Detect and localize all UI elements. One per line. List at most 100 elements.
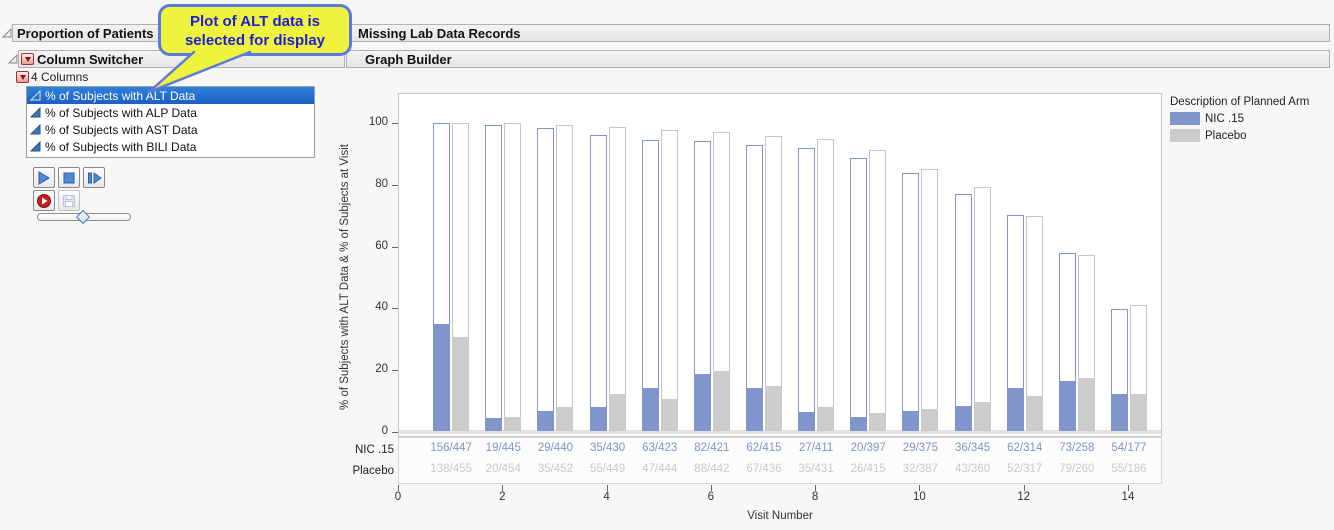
disclosure-main-icon[interactable] <box>2 28 12 38</box>
caption-value: 20/454 <box>485 463 521 475</box>
bar-filled-Placebo-visit-7[interactable] <box>764 385 782 431</box>
step-button[interactable] <box>83 167 105 188</box>
bar-filled-NIC15-visit-8[interactable] <box>798 412 816 431</box>
bar-outline-Placebo-visit-10[interactable] <box>921 168 939 431</box>
bar-outline-Placebo-visit-8[interactable] <box>817 138 835 431</box>
bar-outline-Placebo-visit-4[interactable] <box>608 126 626 431</box>
bar-outline-Placebo-visit-2[interactable] <box>504 123 522 431</box>
caption-value: 156/447 <box>430 442 472 454</box>
caption-value: 55/186 <box>1111 463 1147 475</box>
x-tick-label: 0 <box>394 491 402 503</box>
bar-filled-Placebo-visit-4[interactable] <box>608 393 626 431</box>
bar-filled-Placebo-visit-5[interactable] <box>660 399 678 431</box>
bar-outline-Placebo-visit-9[interactable] <box>869 149 887 431</box>
bar-outline-NIC15-visit-2[interactable] <box>485 124 503 431</box>
bar-outline-Placebo-visit-3[interactable] <box>556 124 574 431</box>
bar-filled-NIC15-visit-10[interactable] <box>902 410 920 431</box>
x-tick-label: 10 <box>912 491 926 503</box>
bar-filled-Placebo-visit-13[interactable] <box>1077 377 1095 431</box>
column-switcher-menu-button[interactable] <box>21 53 34 65</box>
caption-value: 32/387 <box>902 463 938 475</box>
legend-entry: Placebo <box>1170 129 1309 142</box>
bar-filled-NIC15-visit-2[interactable] <box>485 418 503 431</box>
column-switcher-item[interactable]: % of Subjects with BILI Data <box>27 138 314 155</box>
bar-outline-Placebo-visit-5[interactable] <box>660 130 678 431</box>
bar-filled-NIC15-visit-6[interactable] <box>693 374 711 431</box>
play-icon <box>38 170 50 185</box>
columns-menu-button[interactable] <box>16 71 29 83</box>
bar-filled-Placebo-visit-11[interactable] <box>973 401 991 431</box>
record-button[interactable] <box>33 190 55 211</box>
legend-entry: NIC .15 <box>1170 112 1309 125</box>
caption-value: 62/314 <box>1007 442 1043 454</box>
caption-value: 52/317 <box>1007 463 1043 475</box>
continuous-column-icon <box>30 107 41 118</box>
bar-outline-NIC15-visit-8[interactable] <box>798 148 816 431</box>
continuous-column-icon <box>30 124 41 135</box>
column-switcher-item-label: % of Subjects with AST Data <box>45 122 198 137</box>
bar-filled-Placebo-visit-8[interactable] <box>817 407 835 431</box>
y-tick-label: 100 <box>368 115 388 128</box>
bar-filled-Placebo-visit-6[interactable] <box>712 371 730 431</box>
bar-filled-NIC15-visit-14[interactable] <box>1110 393 1128 431</box>
disclosure-column-switcher-icon[interactable] <box>8 54 18 64</box>
bar-filled-NIC15-visit-4[interactable] <box>589 406 607 431</box>
bar-filled-Placebo-visit-3[interactable] <box>556 407 574 431</box>
legend-label: Placebo <box>1205 129 1247 142</box>
y-tick <box>392 184 398 186</box>
y-tick <box>392 308 398 310</box>
bar-filled-NIC15-visit-11[interactable] <box>954 406 972 431</box>
plot-area <box>398 93 1162 437</box>
continuous-column-icon <box>30 141 41 152</box>
bar-outline-Placebo-visit-11[interactable] <box>973 187 991 431</box>
caption-value: 29/440 <box>537 442 573 454</box>
bar-filled-Placebo-visit-9[interactable] <box>869 413 887 431</box>
play-button[interactable] <box>33 167 55 188</box>
bar-outline-NIC15-visit-11[interactable] <box>954 193 972 431</box>
record-icon <box>37 193 51 208</box>
stop-icon <box>63 172 75 183</box>
caption-value: 63/423 <box>642 442 678 454</box>
bar-outline-NIC15-visit-4[interactable] <box>589 134 607 431</box>
column-switcher-item[interactable]: % of Subjects with ALP Data <box>27 104 314 121</box>
bar-filled-NIC15-visit-13[interactable] <box>1058 380 1076 431</box>
callout-line1: Plot of ALT data is <box>190 13 320 30</box>
callout-tail <box>147 50 252 94</box>
save-icon <box>63 194 75 207</box>
x-axis-title: Visit Number <box>747 510 813 522</box>
bar-filled-NIC15-visit-3[interactable] <box>537 410 555 431</box>
bar-outline-NIC15-visit-9[interactable] <box>850 157 868 431</box>
bar-filled-NIC15-visit-12[interactable] <box>1006 388 1024 431</box>
bar-filled-NIC15-visit-9[interactable] <box>850 417 868 431</box>
save-button[interactable] <box>58 190 80 211</box>
bar-filled-Placebo-visit-1[interactable] <box>452 337 470 431</box>
caption-value: 54/177 <box>1111 442 1147 454</box>
y-tick-label: 0 <box>381 425 388 437</box>
caption-value: 73/258 <box>1059 442 1095 454</box>
continuous-column-icon <box>30 90 41 101</box>
legend-swatch[interactable] <box>1170 129 1200 142</box>
jmp-window: Proportion of Patients Missing Lab Data … <box>0 0 1334 530</box>
main-title-left: Proportion of Patients <box>17 25 154 41</box>
caption-row-label-nic: NIC .15 <box>355 444 394 456</box>
x-tick-label: 6 <box>707 491 715 503</box>
bar-filled-Placebo-visit-10[interactable] <box>921 409 939 431</box>
column-switcher-item[interactable]: % of Subjects with AST Data <box>27 121 314 138</box>
legend-swatch[interactable] <box>1170 112 1200 125</box>
bar-filled-NIC15-visit-5[interactable] <box>641 387 659 431</box>
caption-value: 138/455 <box>430 463 472 475</box>
y-tick-label: 40 <box>375 301 388 314</box>
bar-filled-Placebo-visit-14[interactable] <box>1129 393 1147 431</box>
stop-button[interactable] <box>58 167 80 188</box>
bar-filled-NIC15-visit-7[interactable] <box>745 388 763 431</box>
bar-outline-NIC15-visit-3[interactable] <box>537 128 555 431</box>
x-tick-label: 12 <box>1017 491 1031 503</box>
caption-value: 26/415 <box>850 463 886 475</box>
caption-value: 35/431 <box>798 463 834 475</box>
caption-value: 36/345 <box>954 442 991 454</box>
bar-filled-Placebo-visit-12[interactable] <box>1025 395 1043 431</box>
bar-filled-NIC15-visit-1[interactable] <box>433 323 451 431</box>
bar-filled-Placebo-visit-2[interactable] <box>504 417 522 431</box>
bar-outline-NIC15-visit-10[interactable] <box>902 172 920 431</box>
caption-value: 20/397 <box>850 442 886 454</box>
